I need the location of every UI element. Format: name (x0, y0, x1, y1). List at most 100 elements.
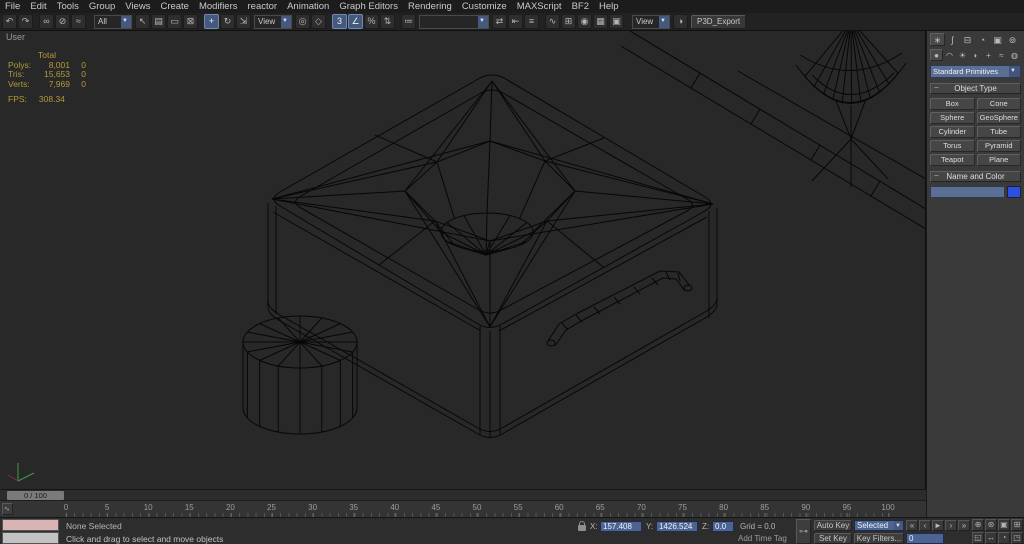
arc-rotate-button[interactable]: ◔ (998, 532, 1010, 544)
object-type-cylinder-button[interactable]: Cylinder (930, 126, 975, 138)
menu-item-group[interactable]: Group (84, 0, 120, 13)
material-editor-icon[interactable]: ◉ (577, 14, 592, 29)
selected-filter-dropdown[interactable]: Selected (854, 520, 904, 531)
zoom-button[interactable]: ⊕ (972, 519, 984, 531)
menu-item-views[interactable]: Views (120, 0, 155, 13)
snaps-toggle-icon[interactable]: 3 (332, 14, 347, 29)
menu-item-file[interactable]: File (0, 0, 25, 13)
select-and-uniform-scale-icon[interactable]: ⇲ (236, 14, 251, 29)
object-type-sphere-button[interactable]: Sphere (930, 112, 975, 124)
select-and-manipulate-icon[interactable]: ◇ (311, 14, 326, 29)
chevron-down-icon[interactable] (121, 15, 131, 28)
category-lights[interactable]: ☀ (956, 49, 969, 61)
zoom-region-button[interactable]: ◱ (972, 532, 984, 544)
rectangular-selection-region-icon[interactable]: ▭ (167, 14, 182, 29)
object-type-tube-button[interactable]: Tube (976, 126, 1021, 138)
undo-icon[interactable]: ↶ (2, 14, 17, 29)
selection-filter-dropdown[interactable]: All (94, 14, 132, 29)
quick-render-icon[interactable]: ◑ (673, 14, 688, 29)
set-key-button[interactable]: Set Key (814, 533, 852, 544)
previous-frame-button[interactable]: ‹ (919, 520, 931, 531)
select-by-name-icon[interactable]: ▤ (151, 14, 166, 29)
menu-item-graph-editors[interactable]: Graph Editors (334, 0, 403, 13)
zoom-all-button[interactable]: ⊛ (985, 519, 997, 531)
select-and-rotate-icon[interactable]: ↻ (220, 14, 235, 29)
tab-motion[interactable]: ◔ (975, 33, 990, 46)
object-color-swatch[interactable] (1007, 186, 1021, 198)
primitive-category-dropdown[interactable]: Standard Primitives (930, 65, 1021, 78)
tab-display[interactable]: ▣ (990, 33, 1005, 46)
p3d-export-button[interactable]: P3D_Export (691, 14, 747, 29)
render-preset-dropdown[interactable]: View (632, 14, 670, 29)
maxscript-macro-recorder[interactable] (2, 519, 59, 531)
select-object-icon[interactable]: ↖ (135, 14, 150, 29)
maxscript-mini-listener[interactable] (2, 532, 59, 544)
current-frame-field[interactable]: 0 (906, 533, 944, 544)
maximize-viewport-toggle-button[interactable]: ◳ (1011, 532, 1023, 544)
select-and-move-icon[interactable]: + (204, 14, 219, 29)
chevron-down-icon[interactable] (281, 15, 291, 28)
chevron-down-icon[interactable] (894, 521, 903, 530)
object-type-box-button[interactable]: Box (930, 98, 975, 110)
render-setup-icon[interactable]: ▦ (593, 14, 608, 29)
menu-item-customize[interactable]: Customize (457, 0, 512, 13)
zoom-extents-button[interactable]: ▣ (998, 519, 1010, 531)
mirror-icon[interactable]: ⇄ (492, 14, 507, 29)
category-geometry[interactable]: ● (930, 49, 943, 61)
bind-to-space-warp-icon[interactable]: ≈ (71, 14, 86, 29)
tab-modify[interactable]: ∫ (945, 33, 960, 46)
open-mini-curve-editor-button[interactable] (2, 503, 13, 515)
category-shapes[interactable]: ◠ (943, 49, 956, 61)
percent-snap-toggle-icon[interactable]: % (364, 14, 379, 29)
time-slider[interactable]: 0 / 100 (0, 489, 926, 500)
category-helpers[interactable]: + (982, 49, 995, 61)
window-crossing-toggle-icon[interactable]: ⊠ (183, 14, 198, 29)
x-coordinate-field[interactable]: 157.408 (600, 521, 642, 532)
menu-item-tools[interactable]: Tools (52, 0, 84, 13)
object-type-pyramid-button[interactable]: Pyramid (976, 140, 1021, 152)
reference-coordinate-system-dropdown[interactable]: View (254, 14, 292, 29)
object-name-input[interactable] (930, 186, 1005, 198)
go-to-end-button[interactable]: » (958, 520, 970, 531)
layer-manager-icon[interactable]: ≡ (524, 14, 539, 29)
play-animation-button[interactable]: ► (932, 520, 944, 531)
use-pivot-point-center-icon[interactable]: ◎ (295, 14, 310, 29)
tab-hierarchy[interactable]: ⊟ (960, 33, 975, 46)
chevron-down-icon[interactable] (478, 15, 488, 28)
named-selection-sets-dropdown[interactable] (419, 14, 489, 29)
rendered-frame-window-icon[interactable]: ▣ (609, 14, 624, 29)
zoom-extents-all-button[interactable]: ⊞ (1011, 519, 1023, 531)
menu-item-create[interactable]: Create (155, 0, 194, 13)
chevron-down-icon[interactable] (659, 15, 669, 28)
edit-named-selection-sets-icon[interactable]: ≔ (401, 14, 416, 29)
rollout-name-and-color[interactable]: − Name and Color (930, 171, 1021, 182)
viewport-label[interactable]: User (6, 32, 25, 42)
pan-button[interactable]: ↔ (985, 532, 997, 544)
menu-item-maxscript[interactable]: MAXScript (512, 0, 567, 13)
next-frame-button[interactable]: › (945, 520, 957, 531)
set-keys-toggle[interactable] (796, 519, 811, 544)
redo-icon[interactable]: ↷ (18, 14, 33, 29)
track-bar[interactable]: 0 5 10 15 20 25 30 35 40 45 50 55 60 65 70 75 80 85 90 95 10… (0, 500, 926, 517)
menu-item-rendering[interactable]: Rendering (403, 0, 457, 13)
z-coordinate-field[interactable]: 0.0 (712, 521, 734, 532)
category-space-warps[interactable]: ≈ (995, 49, 1008, 61)
go-to-start-button[interactable]: « (906, 520, 918, 531)
menu-item-help[interactable]: Help (594, 0, 624, 13)
viewport-user[interactable]: User Total Polys: 8,001 0 Tris: 15,653 0 Verts… (0, 31, 926, 489)
menu-item-reactor[interactable]: reactor (243, 0, 283, 13)
tab-create[interactable]: ∗ (930, 33, 945, 46)
curve-editor-icon[interactable]: ∿ (545, 14, 560, 29)
time-slider-handle[interactable]: 0 / 100 (7, 491, 64, 500)
object-type-geosphere-button[interactable]: GeoSphere (976, 112, 1021, 124)
category-systems[interactable]: ◍ (1008, 49, 1021, 61)
selection-lock-icon[interactable] (578, 521, 586, 531)
add-time-tag-button[interactable]: Add Time Tag (738, 534, 787, 543)
rollout-object-type[interactable]: − Object Type (930, 83, 1021, 94)
y-coordinate-field[interactable]: 1426.524 (656, 521, 698, 532)
key-filters-button[interactable]: Key Filters... (854, 533, 904, 544)
object-type-plane-button[interactable]: Plane (976, 154, 1021, 166)
select-and-link-icon[interactable]: ∞ (39, 14, 54, 29)
object-type-cone-button[interactable]: Cone (976, 98, 1021, 110)
category-cameras[interactable]: ◗ (969, 49, 982, 61)
